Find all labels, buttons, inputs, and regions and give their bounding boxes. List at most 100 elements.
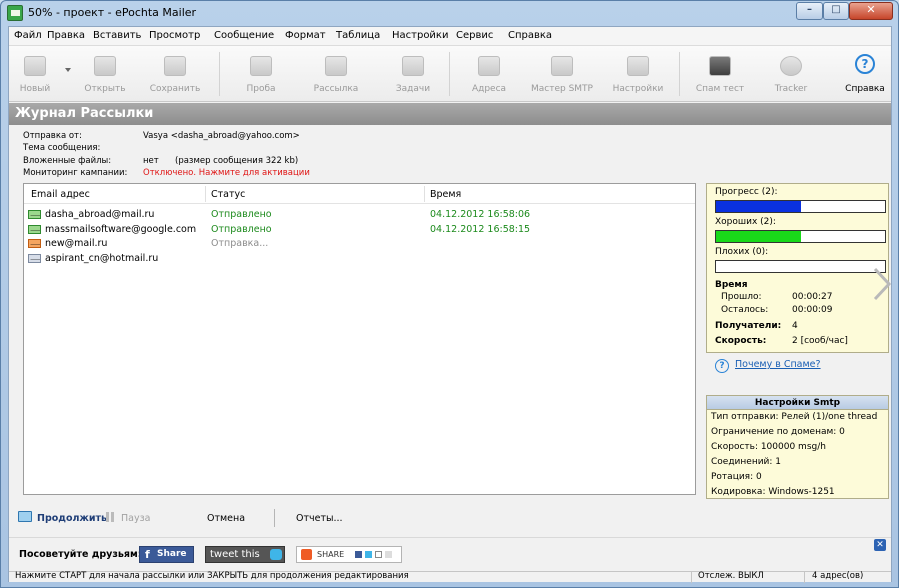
save-button[interactable]: Сохранить: [141, 46, 209, 102]
page-title: Журнал Рассылки: [15, 106, 154, 121]
help-button[interactable]: ? Справка: [839, 46, 891, 102]
folder-icon: [94, 56, 116, 76]
open-button[interactable]: Открыть: [75, 46, 135, 102]
smtp-domain-limit: Ограничение по доменам: 0: [711, 427, 845, 437]
progress-panel: Прогресс (2): Хороших (2): Плохих (0): В…: [706, 183, 889, 353]
tracker-button[interactable]: Tracker: [763, 46, 819, 102]
title-bar[interactable]: 50% - проект - ePochta Mailer – □ ✕: [1, 1, 898, 25]
envelope-sending-icon: [28, 239, 41, 248]
elapsed-value: 00:00:27: [792, 292, 833, 302]
app-window: 50% - проект - ePochta Mailer – □ ✕ Файл…: [0, 0, 899, 588]
test-label: Проба: [246, 84, 276, 94]
status-bar: Нажмите СТАРТ для начала рассылки или ЗА…: [9, 571, 891, 583]
from-label: Отправка от:: [23, 131, 82, 141]
more-mini-icon: [385, 551, 392, 558]
from-value: Vasya <dasha_abroad@yahoo.com>: [143, 131, 300, 141]
menu-settings[interactable]: Настройки: [392, 30, 448, 41]
recipients-value: 4: [792, 321, 798, 331]
menu-file[interactable]: Файл: [14, 30, 42, 41]
chevron-down-icon[interactable]: [65, 68, 71, 72]
row-time: 04.12.2012 16:58:06: [430, 209, 531, 220]
smtp-connections: Соединений: 1: [711, 457, 782, 467]
elapsed-label: Прошло:: [721, 292, 762, 302]
envelope-sent-icon: [28, 225, 41, 234]
facebook-share-label: Share: [157, 549, 187, 559]
address-count: 4 адрес(ов): [812, 571, 864, 581]
menu-message[interactable]: Сообщение: [214, 30, 274, 41]
column-divider[interactable]: [205, 186, 206, 202]
twitter-mini-icon: [365, 551, 372, 558]
close-icon: ✕: [866, 3, 876, 16]
share-button[interactable]: SHARE: [296, 546, 402, 563]
smtp-wizard-button[interactable]: Мастер SMTP: [525, 46, 599, 102]
row-email: dasha_abroad@mail.ru: [45, 209, 155, 220]
status-separator: [691, 572, 692, 583]
row-email: massmailsoftware@google.com: [45, 224, 197, 235]
toolbar-separator: [219, 52, 220, 96]
speed-value: 2 [сооб/час]: [792, 336, 848, 346]
close-social-icon[interactable]: ✕: [874, 539, 886, 551]
menu-insert[interactable]: Вставить: [93, 30, 141, 41]
spam-test-icon: [709, 56, 731, 76]
maximize-button[interactable]: □: [823, 2, 849, 20]
clock-icon: [402, 56, 424, 76]
toolbar: Новый Открыть Сохранить Проба Рассылка З…: [9, 46, 891, 102]
window-title: 50% - проект - ePochta Mailer: [28, 6, 197, 19]
menu-service[interactable]: Сервис: [456, 30, 493, 41]
question-icon: ?: [715, 359, 729, 373]
table-row[interactable]: dasha_abroad@mail.ru Отправлено 04.12.20…: [24, 207, 695, 222]
settings-button[interactable]: Настройки: [605, 46, 671, 102]
pause-button[interactable]: Пауза: [121, 513, 150, 524]
spam-test-button[interactable]: Спам тест: [689, 46, 751, 102]
test-button[interactable]: Проба: [233, 46, 289, 102]
test-send-icon: [250, 56, 272, 76]
share-label: SHARE: [317, 550, 345, 559]
journal-header: Журнал Рассылки: [9, 103, 891, 125]
row-time: 04.12.2012 16:58:15: [430, 224, 531, 235]
smtp-send-type: Тип отправки: Релей (1)/one thread: [711, 412, 878, 422]
cancel-button[interactable]: Отмена: [207, 513, 245, 524]
new-label: Новый: [19, 84, 51, 94]
tracking-status: Отслеж. ВЫКЛ: [698, 571, 764, 581]
continue-icon: [18, 511, 32, 522]
minimize-button[interactable]: –: [796, 2, 823, 20]
continue-button[interactable]: Продолжить: [37, 513, 107, 524]
why-spam-link[interactable]: Почему в Спаме?: [735, 359, 821, 370]
progress-label: Прогресс (2):: [715, 187, 778, 197]
gear-icon: [627, 56, 649, 76]
tweet-this-button[interactable]: tweet this: [205, 546, 285, 563]
close-button[interactable]: ✕: [849, 2, 893, 20]
table-row[interactable]: massmailsoftware@google.com Отправлено 0…: [24, 222, 695, 237]
column-status[interactable]: Статус: [211, 189, 245, 200]
bad-label: Плохих (0):: [715, 247, 769, 257]
menu-help[interactable]: Справка: [508, 30, 552, 41]
app-icon: [7, 5, 23, 21]
row-email: aspirant_cn@hotmail.ru: [45, 253, 159, 264]
good-label: Хороших (2):: [715, 217, 776, 227]
column-email[interactable]: Email адрес: [31, 189, 90, 200]
monitoring-link[interactable]: Отключено. Нажмите для активации: [143, 168, 310, 178]
new-document-icon: [24, 56, 46, 76]
table-row[interactable]: new@mail.ru Отправка...: [24, 236, 695, 251]
menu-table[interactable]: Таблица: [336, 30, 380, 41]
toolbar-separator: [679, 52, 680, 96]
status-separator: [804, 572, 805, 583]
column-time[interactable]: Время: [430, 189, 461, 200]
menu-edit[interactable]: Правка: [47, 30, 85, 41]
remaining-label: Осталось:: [721, 305, 769, 315]
menu-view[interactable]: Просмотр: [149, 30, 200, 41]
recipient-list[interactable]: Email адрес Статус Время dasha_abroad@ma…: [23, 183, 696, 495]
send-button[interactable]: Рассылка: [301, 46, 371, 102]
menu-format[interactable]: Формат: [285, 30, 326, 41]
chevron-right-icon[interactable]: [873, 267, 891, 301]
facebook-icon: f: [145, 548, 150, 561]
reports-button[interactable]: Отчеты...: [296, 513, 343, 524]
table-row[interactable]: aspirant_cn@hotmail.ru: [24, 251, 695, 266]
new-button[interactable]: Новый: [13, 46, 57, 102]
smtp-encoding: Кодировка: Windows-1251: [711, 487, 835, 497]
addresses-button[interactable]: Адреса: [461, 46, 517, 102]
facebook-share-button[interactable]: f Share: [139, 546, 194, 563]
column-divider[interactable]: [424, 186, 425, 202]
tasks-button[interactable]: Задачи: [385, 46, 441, 102]
smtp-settings-title: Настройки Smtp: [707, 396, 888, 410]
